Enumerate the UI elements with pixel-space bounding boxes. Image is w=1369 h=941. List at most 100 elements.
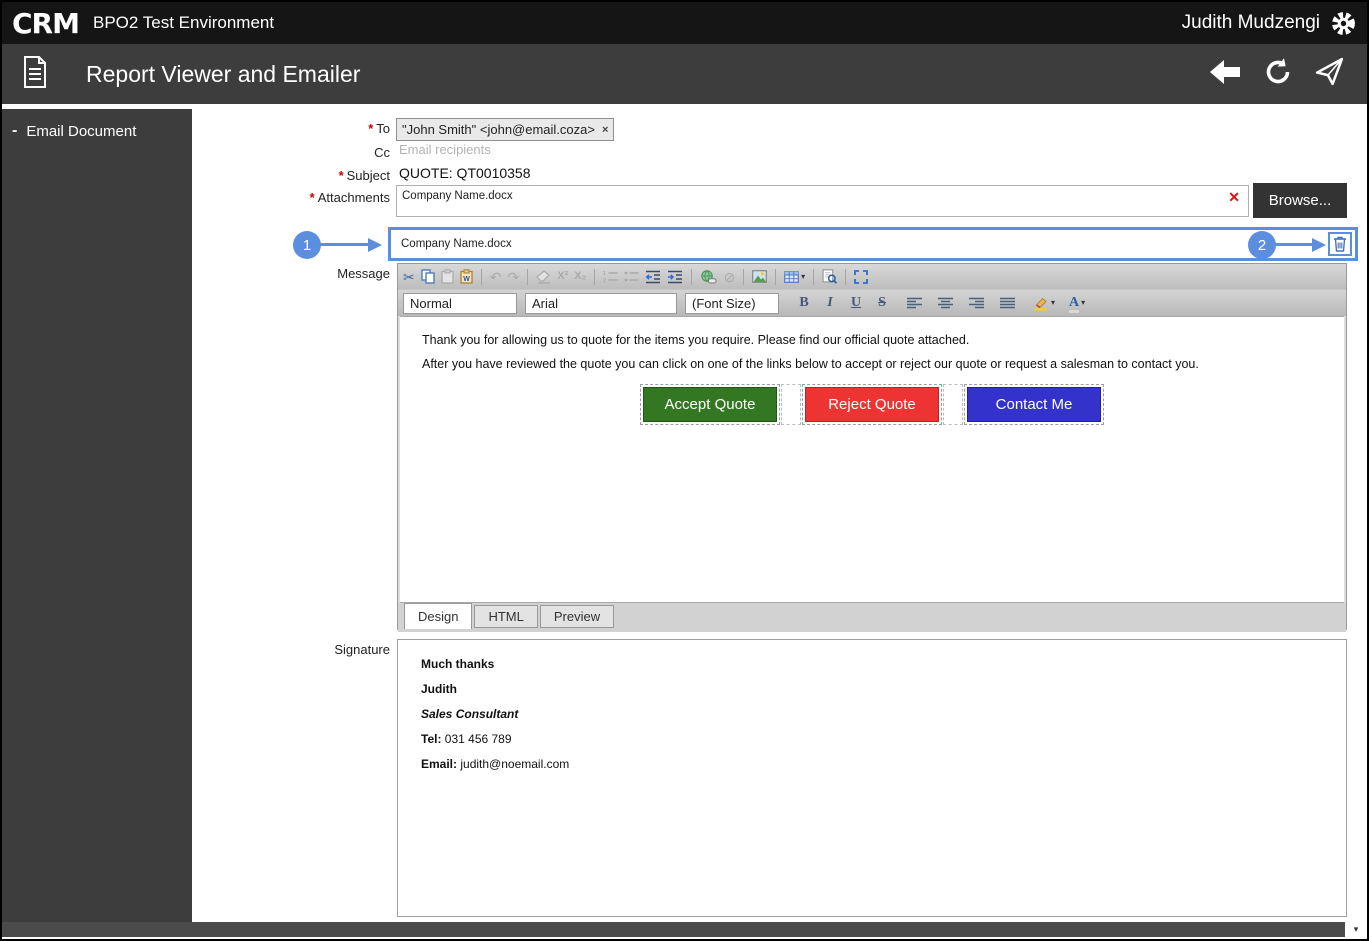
toolbar-separator [845, 268, 847, 285]
message-editor: ✂ W ↶ ↷ X² X₂ 12 ⊘ ▾ Normal Arial (Font … [397, 263, 1347, 632]
copy-icon[interactable] [421, 269, 435, 284]
bullet-list-icon[interactable] [624, 270, 639, 283]
environment-title: BPO2 Test Environment [92, 13, 275, 32]
align-center-icon[interactable] [938, 297, 953, 309]
cc-input[interactable]: Email recipients [399, 142, 899, 160]
insert-link-icon[interactable] [700, 269, 717, 284]
recipient-chip-text: "John Smith" <john@email.coza> [402, 122, 595, 137]
remove-format-icon[interactable] [536, 269, 551, 284]
strikethrough-button[interactable]: S [873, 295, 891, 311]
undo-icon[interactable]: ↶ [490, 270, 502, 284]
highlight-color-button[interactable]: ▾ [1033, 296, 1055, 311]
table-cell: Contact Me [964, 384, 1104, 425]
toolbar-separator [594, 268, 596, 285]
trash-icon [1334, 236, 1346, 252]
editor-body[interactable]: Thank you for allowing us to quote for t… [400, 316, 1344, 603]
chevron-down-icon: ▾ [1081, 298, 1086, 307]
numbered-list-icon[interactable]: 12 [603, 270, 618, 283]
toolbar-separator [691, 268, 693, 285]
subject-label: * Subject [338, 168, 390, 183]
fullscreen-icon[interactable] [854, 269, 869, 284]
subject-value[interactable]: QUOTE: QT0010358 [399, 165, 531, 181]
tab-design[interactable]: Design [404, 603, 473, 629]
subscript-icon[interactable]: X₂ [574, 271, 586, 282]
back-icon[interactable] [1208, 58, 1242, 91]
bottom-scrollbar[interactable]: ▾ [2, 922, 1367, 937]
bold-button[interactable]: B [795, 295, 813, 311]
callout-1-arrowhead [368, 238, 382, 252]
callout-1-arrow [320, 243, 371, 246]
table-cell: Reject Quote [802, 384, 942, 425]
toolbar-separator [775, 268, 777, 285]
insert-image-icon[interactable] [752, 270, 768, 283]
outdent-icon[interactable] [645, 270, 661, 284]
header-separator [2, 104, 1367, 109]
table-cell: Accept Quote [640, 384, 780, 425]
font-family-select[interactable]: Arial [525, 292, 677, 314]
signature-line: Judith [421, 682, 457, 696]
font-color-letter: A [1069, 294, 1080, 310]
quote-buttons-row: Accept Quote Reject Quote Contact Me [400, 384, 1344, 425]
send-icon[interactable] [1314, 56, 1345, 92]
crm-logo: CRM [12, 6, 80, 40]
underline-button[interactable]: U [847, 295, 865, 311]
top-bar: CRM BPO2 Test Environment Judith Mudzeng… [2, 2, 1367, 44]
attachments-value: Company Name.docx [402, 190, 513, 202]
signature-box[interactable]: Much thanks Judith Sales Consultant Tel:… [397, 639, 1347, 917]
svg-text:2: 2 [603, 279, 606, 284]
table-cell-spacer [781, 384, 801, 425]
svg-text:1: 1 [603, 271, 606, 277]
chevron-down-icon: ▾ [801, 271, 806, 281]
to-recipient-chip[interactable]: "John Smith" <john@email.coza> × [396, 118, 615, 141]
app-window: CRM BPO2 Test Environment Judith Mudzeng… [0, 0, 1369, 941]
insert-table-icon[interactable]: ▾ [784, 270, 806, 283]
attachments-input[interactable]: Company Name.docx ✕ [396, 185, 1249, 217]
signature-label: Signature [334, 642, 390, 657]
accept-quote-button[interactable]: Accept Quote [643, 387, 777, 422]
paste-icon[interactable] [441, 269, 454, 284]
tab-preview[interactable]: Preview [539, 605, 615, 628]
editor-tabstrip: Design HTML Preview [398, 603, 1346, 632]
cut-icon[interactable]: ✂ [403, 270, 415, 284]
tab-html[interactable]: HTML [474, 605, 538, 628]
page-header: Report Viewer and Emailer [2, 44, 1367, 104]
italic-button[interactable]: I [821, 295, 839, 311]
chevron-down-icon: ▾ [1051, 298, 1056, 307]
signature-line: Sales Consultant [421, 707, 519, 721]
toolbar-separator [527, 268, 529, 285]
gear-icon[interactable] [1330, 10, 1357, 37]
reject-quote-button[interactable]: Reject Quote [805, 387, 939, 422]
signature-line: Tel: 031 456 789 [421, 732, 512, 746]
paragraph-style-select[interactable]: Normal [403, 292, 517, 314]
font-size-select[interactable]: (Font Size) [685, 292, 779, 314]
redo-icon[interactable]: ↷ [507, 270, 519, 284]
message-label: Message [337, 266, 390, 281]
remove-link-icon[interactable]: ⊘ [723, 270, 735, 284]
remove-recipient-icon[interactable]: × [602, 124, 608, 136]
font-color-button[interactable]: A ▾ [1069, 294, 1085, 313]
callout-2-arrow [1275, 243, 1315, 246]
attachment-row[interactable]: Company Name.docx [388, 227, 1358, 261]
refresh-icon[interactable] [1262, 57, 1294, 92]
sidebar: - Email Document [2, 109, 192, 922]
align-right-icon[interactable] [969, 297, 984, 309]
clear-attachment-icon[interactable]: ✕ [1228, 189, 1240, 206]
scroll-down-arrow[interactable]: ▾ [1345, 922, 1367, 937]
signature-line: Much thanks [421, 657, 495, 671]
editor-toolbar-row1: ✂ W ↶ ↷ X² X₂ 12 ⊘ ▾ [398, 264, 1346, 290]
paste-from-word-icon[interactable]: W [460, 269, 473, 284]
align-left-icon[interactable] [907, 297, 922, 309]
justify-icon[interactable] [1000, 297, 1015, 309]
required-marker: * [338, 168, 344, 183]
indent-icon[interactable] [667, 270, 683, 284]
table-cell-spacer [943, 384, 963, 425]
preview-find-icon[interactable] [822, 269, 838, 284]
superscript-icon[interactable]: X² [557, 271, 568, 282]
user-name: Judith Mudzengi [1181, 12, 1320, 33]
contact-me-button[interactable]: Contact Me [967, 387, 1101, 422]
quote-paragraph-2: After you have reviewed the quote you ca… [422, 357, 1199, 371]
delete-attachment-button[interactable] [1328, 232, 1352, 256]
browse-button[interactable]: Browse... [1253, 183, 1347, 218]
attachment-filename: Company Name.docx [401, 238, 512, 250]
to-label: * To [368, 121, 390, 136]
